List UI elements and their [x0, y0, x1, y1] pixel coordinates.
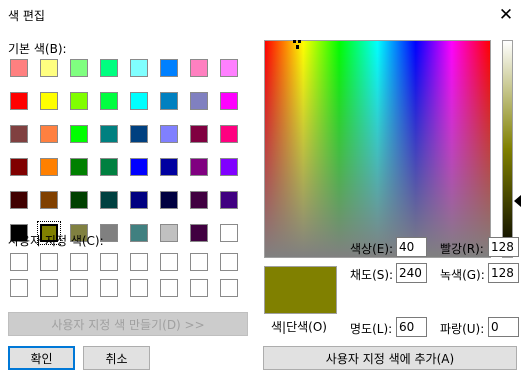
color-spectrum[interactable]: [264, 40, 491, 258]
basic-color-swatch[interactable]: [130, 224, 148, 242]
custom-color-swatch[interactable]: [70, 279, 88, 297]
custom-color-swatch[interactable]: [160, 279, 178, 297]
add-to-custom-colors-button[interactable]: 사용자 지정 색에 추가(A): [263, 346, 517, 370]
saturation-label: 채도(S):: [350, 268, 394, 282]
saturation-field[interactable]: 240: [396, 263, 427, 283]
custom-color-swatch[interactable]: [160, 253, 178, 271]
basic-color-swatch[interactable]: [160, 92, 178, 110]
basic-color-swatch[interactable]: [100, 59, 118, 77]
basic-color-swatch[interactable]: [130, 59, 148, 77]
luminance-label: 명도(L):: [350, 322, 393, 336]
basic-color-swatch[interactable]: [160, 224, 178, 242]
hue-label: 색상(E):: [350, 242, 394, 256]
basic-color-swatch[interactable]: [190, 59, 208, 77]
basic-colors-grid: [10, 59, 240, 245]
custom-color-swatch[interactable]: [220, 279, 238, 297]
basic-color-swatch[interactable]: [10, 125, 28, 143]
blue-field[interactable]: 0: [488, 317, 519, 337]
basic-color-swatch[interactable]: [130, 158, 148, 176]
basic-color-swatch[interactable]: [100, 92, 118, 110]
basic-color-swatch[interactable]: [160, 158, 178, 176]
color-preview-label: 색|단색(O): [271, 320, 327, 334]
green-label: 녹색(G):: [440, 268, 485, 282]
basic-color-swatch[interactable]: [70, 92, 88, 110]
basic-color-swatch[interactable]: [160, 125, 178, 143]
basic-color-swatch[interactable]: [160, 59, 178, 77]
basic-color-swatch[interactable]: [40, 125, 58, 143]
basic-color-swatch[interactable]: [220, 158, 238, 176]
basic-color-swatch[interactable]: [220, 125, 238, 143]
basic-color-swatch[interactable]: [70, 191, 88, 209]
custom-colors-label: 사용자 지정 색(C):: [8, 234, 104, 248]
basic-color-swatch[interactable]: [40, 92, 58, 110]
basic-color-swatch[interactable]: [190, 125, 208, 143]
basic-color-swatch[interactable]: [160, 191, 178, 209]
basic-color-swatch[interactable]: [130, 92, 148, 110]
basic-color-swatch[interactable]: [100, 125, 118, 143]
basic-color-swatch[interactable]: [70, 125, 88, 143]
spectrum-crosshair-icon[interactable]: [293, 40, 307, 52]
ok-button[interactable]: 확인: [8, 346, 75, 370]
basic-color-swatch[interactable]: [220, 59, 238, 77]
custom-color-swatch[interactable]: [40, 279, 58, 297]
luminance-slider[interactable]: [502, 40, 513, 258]
basic-color-swatch[interactable]: [40, 59, 58, 77]
green-field[interactable]: 128: [488, 263, 519, 283]
basic-color-swatch[interactable]: [100, 158, 118, 176]
custom-color-swatch[interactable]: [10, 253, 28, 271]
title-bar: 색 편집 ✕: [0, 0, 525, 31]
basic-color-swatch[interactable]: [130, 125, 148, 143]
basic-color-swatch[interactable]: [130, 191, 148, 209]
custom-color-swatch[interactable]: [190, 253, 208, 271]
custom-color-swatch[interactable]: [40, 253, 58, 271]
basic-color-swatch[interactable]: [10, 59, 28, 77]
basic-color-swatch[interactable]: [190, 224, 208, 242]
luminance-field[interactable]: 60: [396, 317, 427, 337]
hue-field[interactable]: 40: [396, 237, 427, 257]
basic-color-swatch[interactable]: [190, 92, 208, 110]
basic-color-swatch[interactable]: [10, 191, 28, 209]
color-preview: [264, 266, 337, 314]
custom-colors-grid: [10, 253, 240, 299]
basic-color-swatch[interactable]: [220, 92, 238, 110]
basic-color-swatch[interactable]: [100, 191, 118, 209]
basic-color-swatch[interactable]: [70, 158, 88, 176]
luminance-arrow-icon[interactable]: [514, 195, 521, 207]
spectrum-saturation-gradient: [265, 41, 490, 257]
custom-color-swatch[interactable]: [100, 279, 118, 297]
basic-color-swatch[interactable]: [190, 158, 208, 176]
basic-color-swatch[interactable]: [70, 59, 88, 77]
custom-color-swatch[interactable]: [130, 279, 148, 297]
basic-color-swatch[interactable]: [10, 92, 28, 110]
cancel-button[interactable]: 취소: [83, 346, 150, 370]
custom-color-swatch[interactable]: [100, 253, 118, 271]
custom-color-swatch[interactable]: [190, 279, 208, 297]
custom-color-swatch[interactable]: [130, 253, 148, 271]
custom-color-swatch[interactable]: [10, 279, 28, 297]
define-custom-colors-button[interactable]: 사용자 지정 색 만들기(D) >>: [8, 312, 248, 336]
basic-color-swatch[interactable]: [220, 224, 238, 242]
close-icon[interactable]: ✕: [495, 4, 517, 26]
basic-color-swatch[interactable]: [10, 158, 28, 176]
basic-color-swatch[interactable]: [190, 191, 208, 209]
red-label: 빨강(R):: [440, 242, 484, 256]
basic-color-swatch[interactable]: [40, 158, 58, 176]
blue-label: 파랑(U):: [440, 322, 485, 336]
red-field[interactable]: 128: [488, 237, 519, 257]
basic-color-swatch[interactable]: [220, 191, 238, 209]
basic-colors-label: 기본 색(B):: [8, 42, 67, 56]
custom-color-swatch[interactable]: [220, 253, 238, 271]
custom-color-swatch[interactable]: [70, 253, 88, 271]
basic-color-swatch[interactable]: [40, 191, 58, 209]
window-title: 색 편집: [8, 9, 45, 23]
